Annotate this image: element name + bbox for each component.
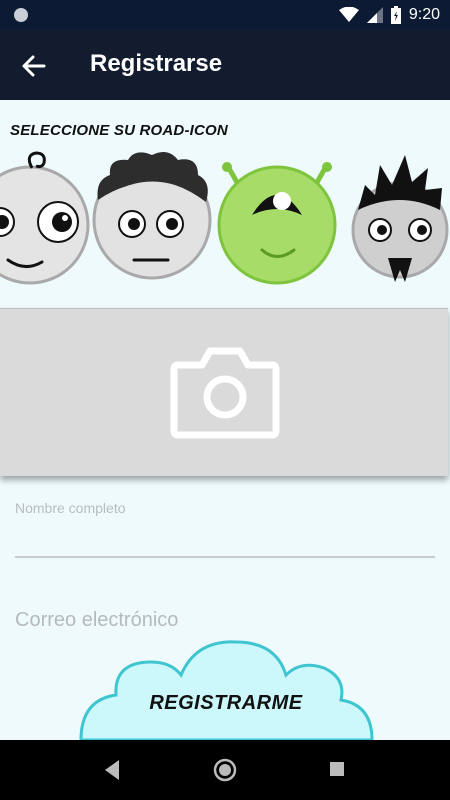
notification-icon [14, 8, 28, 22]
clock: 9:20 [408, 6, 440, 23]
spiky-hair-face-icon[interactable] [350, 150, 450, 290]
register-button-label: REGISTRARME [149, 692, 303, 714]
battery-icon [390, 6, 401, 24]
nav-back-icon[interactable] [103, 756, 121, 784]
full-name-input[interactable] [15, 518, 435, 558]
email-input[interactable] [15, 602, 435, 638]
baby-face-icon[interactable] [0, 150, 92, 290]
page-title: Registrarse [90, 50, 223, 77]
camera-icon[interactable] [170, 345, 280, 440]
nav-recents-icon[interactable] [328, 756, 346, 784]
back-arrow-icon[interactable] [20, 51, 50, 81]
full-name-label: Nombre completo [15, 500, 126, 516]
status-bar: 9:20 [0, 0, 450, 30]
green-alien-icon[interactable] [212, 155, 342, 285]
avatar-carousel[interactable] [0, 150, 450, 290]
signal-icon [366, 7, 383, 23]
register-button[interactable] [76, 640, 376, 740]
nav-home-icon[interactable] [212, 756, 238, 784]
section-label: SELECCIONE SU ROAD-ICON [10, 122, 228, 139]
system-nav-bar [0, 740, 450, 800]
curly-hair-face-icon[interactable] [90, 150, 212, 280]
wifi-icon [338, 7, 359, 22]
status-icons: 9:20 [338, 0, 440, 30]
app-bar: Registrarse [0, 30, 450, 100]
